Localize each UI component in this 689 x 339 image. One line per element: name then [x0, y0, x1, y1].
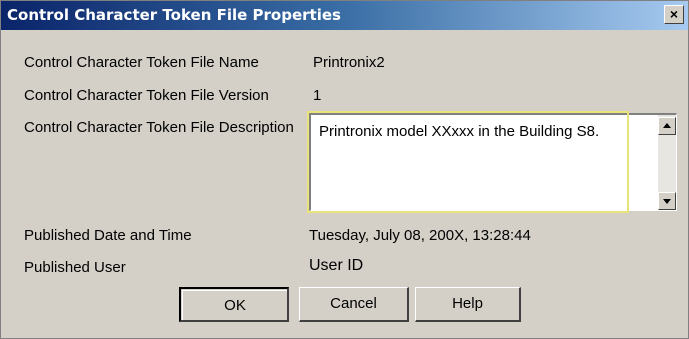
close-button[interactable]: ×	[664, 5, 684, 24]
file-version-label: Control Character Token File Version	[24, 87, 269, 104]
file-version-value: 1	[313, 87, 322, 104]
published-date-label: Published Date and Time	[24, 227, 192, 244]
description-scrollbar[interactable]	[658, 115, 676, 210]
file-name-value: Printronix2	[313, 54, 385, 71]
properties-dialog: Control Character Token File Properties …	[0, 0, 689, 339]
description-textarea[interactable]: Printronix model XXxxx in the Building S…	[309, 113, 677, 211]
scroll-up-button[interactable]	[658, 117, 676, 135]
published-user-label: Published User	[24, 259, 126, 276]
cancel-button[interactable]: Cancel	[299, 287, 409, 322]
help-button[interactable]: Help	[415, 287, 521, 322]
file-description-label: Control Character Token File Description	[24, 119, 294, 136]
published-date-value: Tuesday, July 08, 200X, 13:28:44	[309, 227, 531, 244]
description-text: Printronix model XXxxx in the Building S…	[319, 123, 600, 140]
arrow-up-icon	[663, 123, 671, 128]
scroll-down-button[interactable]	[658, 192, 676, 210]
title-bar[interactable]: Control Character Token File Properties …	[1, 1, 688, 30]
close-icon: ×	[669, 6, 679, 22]
arrow-down-icon	[663, 199, 671, 204]
window-title: Control Character Token File Properties	[7, 6, 341, 24]
file-name-label: Control Character Token File Name	[24, 54, 259, 71]
ok-button[interactable]: OK	[179, 287, 289, 322]
ok-button-label: OK	[182, 290, 287, 320]
published-user-value: User ID	[309, 257, 364, 274]
